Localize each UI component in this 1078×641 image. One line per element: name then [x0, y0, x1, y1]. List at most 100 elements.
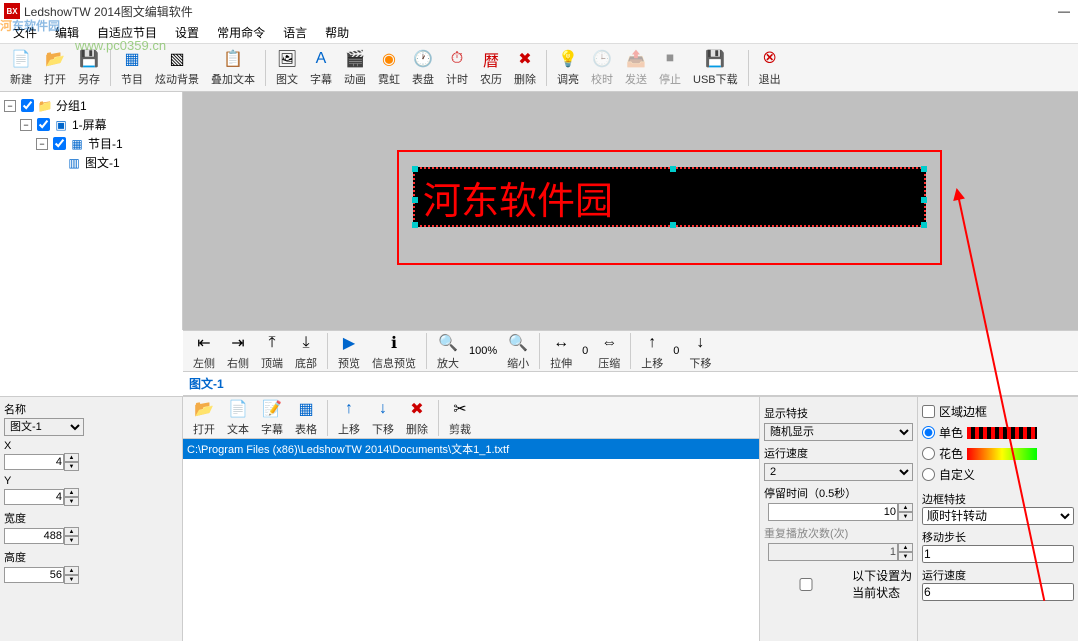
menu-file[interactable]: 文件 — [5, 22, 45, 43]
tree-screen[interactable]: − ▣ 1-屏幕 — [4, 115, 178, 134]
spin-down[interactable]: ▼ — [64, 536, 79, 545]
display-effect-select[interactable]: 随机显示 — [764, 423, 913, 441]
lunar-button[interactable]: 暦农历 — [474, 46, 508, 89]
y-input[interactable] — [4, 489, 64, 505]
menu-language[interactable]: 语言 — [275, 22, 315, 43]
led-preview[interactable]: 河东软件园 — [413, 167, 926, 227]
x-input[interactable] — [4, 454, 64, 470]
usb-download-button[interactable]: 💾USB下载 — [687, 46, 744, 89]
area-border-checkbox[interactable] — [922, 405, 935, 418]
align-left-button[interactable]: ⇤左侧 — [187, 330, 221, 373]
tree-checkbox[interactable] — [53, 137, 66, 150]
zoom-in-button[interactable]: 🔍放大 — [431, 330, 465, 373]
step-input[interactable] — [922, 545, 1074, 563]
speed-select[interactable]: 2 — [764, 463, 913, 481]
compress-button[interactable]: ⇔压缩 — [592, 330, 626, 373]
menu-edit[interactable]: 编辑 — [47, 22, 87, 43]
name-label: 名称 — [4, 401, 178, 417]
spin-up[interactable]: ▲ — [898, 503, 913, 512]
file-down-button[interactable]: ↓下移 — [366, 396, 400, 439]
width-input[interactable] — [4, 528, 64, 544]
stop-button[interactable]: ⏹停止 — [653, 46, 687, 89]
border-speed-input[interactable] — [922, 583, 1074, 601]
custom-color-radio[interactable] — [922, 468, 935, 481]
spin-up[interactable]: ▲ — [64, 453, 79, 462]
resize-handle[interactable] — [670, 222, 676, 228]
preview-button[interactable]: ▶预览 — [332, 330, 366, 373]
spin-up[interactable]: ▲ — [64, 566, 79, 575]
file-item[interactable]: C:\Program Files (x86)\LedshowTW 2014\Do… — [183, 439, 759, 459]
file-table-button[interactable]: ▦表格 — [289, 396, 323, 439]
exit-button[interactable]: ⮿退出 — [753, 46, 787, 89]
expand-icon[interactable]: − — [20, 119, 32, 131]
new-button[interactable]: 📄新建 — [4, 46, 38, 89]
delete-button[interactable]: ✖删除 — [508, 46, 542, 89]
menu-help[interactable]: 帮助 — [317, 22, 357, 43]
canvas-area[interactable]: 河东软件园 — [183, 92, 1078, 330]
sync-time-button[interactable]: 🕒校时 — [585, 46, 619, 89]
name-select[interactable]: 图文-1 — [4, 418, 84, 436]
bg-button[interactable]: ▧炫动背景 — [149, 46, 205, 89]
menu-settings[interactable]: 设置 — [167, 22, 207, 43]
spin-down[interactable]: ▼ — [64, 462, 79, 471]
window-title: LedshowTW 2014图文编辑软件 — [24, 3, 193, 20]
tree-imagetext[interactable]: ▥ 图文-1 — [4, 153, 178, 172]
resize-handle[interactable] — [921, 222, 927, 228]
align-bottom-button[interactable]: ⤓底部 — [289, 330, 323, 373]
clock-button[interactable]: 🕐表盘 — [406, 46, 440, 89]
neon-button[interactable]: ◉霓虹 — [372, 46, 406, 89]
spin-down[interactable]: ▼ — [64, 497, 79, 506]
stretch-button[interactable]: ↔拉伸 — [544, 330, 578, 373]
send-button[interactable]: 📤发送 — [619, 46, 653, 89]
minimize-button[interactable]: — — [1054, 4, 1074, 18]
border-effect-select[interactable]: 顺时针转动 — [922, 507, 1074, 525]
resize-handle[interactable] — [412, 166, 418, 172]
timer-button[interactable]: ⏱计时 — [440, 46, 474, 89]
single-color-radio[interactable] — [922, 426, 935, 439]
spin-up[interactable]: ▲ — [64, 488, 79, 497]
file-delete-button[interactable]: ✖删除 — [400, 396, 434, 439]
subtitle-button[interactable]: A字幕 — [304, 46, 338, 89]
align-right-button[interactable]: ⇥右侧 — [221, 330, 255, 373]
brightness-button[interactable]: 💡调亮 — [551, 46, 585, 89]
screen-icon: ▣ — [53, 117, 69, 133]
file-subtitle-button[interactable]: 📝字幕 — [255, 396, 289, 439]
move-up-button[interactable]: ↑上移 — [635, 330, 669, 373]
expand-icon[interactable]: − — [4, 100, 16, 112]
move-down-button[interactable]: ↓下移 — [683, 330, 717, 373]
expand-icon[interactable]: − — [36, 138, 48, 150]
stay-input[interactable] — [768, 503, 898, 521]
saveas-button[interactable]: 💾另存 — [72, 46, 106, 89]
resize-handle[interactable] — [670, 166, 676, 172]
resize-handle[interactable] — [921, 197, 927, 203]
spin-down[interactable]: ▼ — [898, 512, 913, 521]
zoom-out-button[interactable]: 🔍缩小 — [501, 330, 535, 373]
tree-checkbox[interactable] — [21, 99, 34, 112]
file-open-button[interactable]: 📂打开 — [187, 396, 221, 439]
file-up-button[interactable]: ↑上移 — [332, 396, 366, 439]
file-crop-button[interactable]: ✂剪裁 — [443, 396, 477, 439]
overlay-text-button[interactable]: 📋叠加文本 — [205, 46, 261, 89]
menu-adaptive[interactable]: 自适应节目 — [89, 22, 165, 43]
tree-program[interactable]: − ▦ 节目-1 — [4, 134, 178, 153]
spin-down[interactable]: ▼ — [64, 575, 79, 584]
align-top-button[interactable]: ⤒顶端 — [255, 330, 289, 373]
flower-color-radio[interactable] — [922, 447, 935, 460]
resize-handle[interactable] — [921, 166, 927, 172]
file-text-button[interactable]: 📄文本 — [221, 396, 255, 439]
height-input[interactable] — [4, 567, 64, 583]
resize-handle[interactable] — [412, 222, 418, 228]
color-sample-multi[interactable] — [967, 448, 1037, 460]
info-preview-button[interactable]: ℹ信息预览 — [366, 330, 422, 373]
resize-handle[interactable] — [412, 197, 418, 203]
program-button[interactable]: ▦节目 — [115, 46, 149, 89]
tree-group[interactable]: − 📁 分组1 — [4, 96, 178, 115]
default-checkbox[interactable] — [764, 578, 848, 591]
image-text-button[interactable]: 🖼图文 — [270, 46, 304, 89]
animation-button[interactable]: 🎬动画 — [338, 46, 372, 89]
open-button[interactable]: 📂打开 — [38, 46, 72, 89]
color-sample-red[interactable] — [967, 427, 1037, 439]
tree-checkbox[interactable] — [37, 118, 50, 131]
spin-up[interactable]: ▲ — [64, 527, 79, 536]
menu-commands[interactable]: 常用命令 — [209, 22, 273, 43]
